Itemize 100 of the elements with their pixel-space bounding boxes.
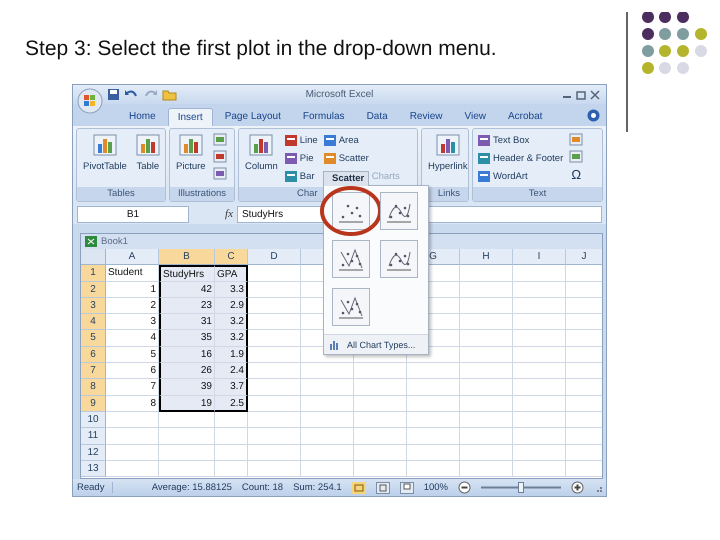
ribbon-button[interactable]: Text Box (476, 132, 566, 148)
row-header[interactable]: 6 (81, 346, 106, 364)
table-cell (513, 346, 566, 364)
scatter-button[interactable]: Scatter (323, 171, 370, 186)
scatter-option[interactable] (380, 192, 418, 230)
ribbon-tab[interactable]: Insert (168, 108, 213, 126)
table-cell (354, 444, 407, 461)
status-mode: Ready (77, 482, 114, 493)
group-label: Illustrations (170, 187, 234, 201)
row-header[interactable]: 10 (81, 412, 106, 428)
table-cell: 3.2 (215, 330, 248, 347)
ribbon-tab[interactable]: Home (119, 107, 166, 126)
table-cell (301, 428, 354, 445)
page-break-icon[interactable] (400, 482, 414, 494)
scatter-option[interactable] (380, 240, 418, 278)
ribbon-tab[interactable]: Formulas (292, 107, 355, 126)
row-header[interactable]: 4 (81, 314, 106, 330)
ribbon-button[interactable]: Bar (282, 168, 320, 184)
scatter-option[interactable] (332, 192, 370, 230)
workbook-icon (85, 236, 97, 247)
toolbar-icon[interactable] (212, 133, 227, 146)
close-icon[interactable] (590, 90, 600, 100)
normal-view-icon[interactable] (352, 482, 366, 494)
save-icon[interactable] (107, 88, 120, 101)
chart-icon (434, 132, 461, 158)
insert-function-button[interactable]: fx (193, 208, 233, 220)
highlight-circle (319, 185, 383, 237)
table-cell: StudyHrs (159, 265, 215, 282)
table-cell (106, 444, 159, 461)
scatter-option[interactable] (332, 240, 370, 278)
ribbon-button[interactable]: Pie (282, 150, 320, 166)
slider-thumb[interactable] (518, 482, 524, 493)
row-header[interactable]: 12 (81, 444, 106, 461)
ribbon-button[interactable]: Scatter (322, 150, 402, 166)
zoom-in-icon[interactable] (571, 481, 584, 494)
row-header[interactable]: 9 (81, 396, 106, 412)
scatter-option[interactable] (332, 288, 370, 326)
toolbar-icon[interactable] (569, 150, 584, 163)
column-header[interactable]: D (248, 249, 301, 266)
table-cell: 35 (159, 330, 215, 347)
ribbon-tab[interactable]: Review (400, 107, 452, 126)
toolbar-icon[interactable] (212, 167, 227, 180)
table-cell (513, 412, 566, 428)
table-cell (354, 396, 407, 412)
column-header[interactable]: J (566, 249, 602, 266)
row-header[interactable]: 1 (81, 265, 106, 282)
table-cell (215, 460, 248, 478)
table-cell (513, 298, 566, 314)
toolbar-icon[interactable] (212, 150, 227, 163)
ribbon-button[interactable]: Table (132, 132, 164, 182)
maximize-icon[interactable] (576, 90, 586, 100)
ribbon-button[interactable]: Area (322, 132, 402, 148)
toolbar-icon[interactable] (569, 133, 584, 146)
group-label: Tables (77, 187, 165, 201)
ribbon-tab[interactable]: Acrobat (498, 107, 552, 126)
menu-item[interactable]: All Chart Types... (324, 334, 428, 354)
row-header[interactable]: 11 (81, 428, 106, 445)
row-header[interactable]: 7 (81, 363, 106, 380)
row-header[interactable]: 5 (81, 330, 106, 347)
table-cell: 3.3 (215, 282, 248, 298)
page-layout-icon[interactable] (376, 482, 390, 494)
row-header[interactable]: 3 (81, 298, 106, 314)
ribbon-button[interactable]: PivotTable (80, 132, 130, 182)
folder-icon[interactable] (162, 88, 177, 101)
table-cell: 23 (159, 298, 215, 314)
symbol-button[interactable]: Ω (567, 166, 586, 182)
table-cell (106, 412, 159, 428)
table-cell (460, 396, 513, 412)
row-header[interactable]: 13 (81, 460, 106, 478)
table-cell: 19 (159, 396, 215, 412)
slide-title: Step 3: Select the first plot in the drop-down menu. (25, 37, 497, 61)
ribbon-button[interactable]: Picture (173, 132, 209, 182)
table-cell (460, 314, 513, 330)
ribbon-button[interactable]: Hyperlink (425, 132, 471, 182)
ribbon-tab[interactable]: View (454, 107, 496, 126)
table-cell: 39 (159, 379, 215, 396)
help-icon[interactable] (587, 109, 600, 122)
table-cell (301, 412, 354, 428)
column-header[interactable]: I (513, 249, 566, 266)
column-header[interactable]: A (106, 249, 159, 266)
row-header[interactable]: 8 (81, 379, 106, 396)
chart-icon (478, 134, 490, 146)
ribbon-button[interactable]: WordArt (476, 168, 566, 184)
ribbon-button[interactable]: Column (242, 132, 281, 182)
column-header[interactable]: H (460, 249, 513, 266)
table-cell (354, 412, 407, 428)
name-box[interactable]: B1 (77, 206, 189, 222)
column-header[interactable]: C (215, 249, 248, 266)
ribbon-button[interactable]: Header & Footer (476, 150, 566, 166)
column-header[interactable]: B (159, 249, 215, 266)
ribbon-tab[interactable]: Page Layout (214, 107, 291, 126)
zoom-out-icon[interactable] (458, 481, 471, 494)
table-cell (301, 396, 354, 412)
chart-icon (178, 132, 204, 158)
table-cell (460, 379, 513, 396)
ribbon-tab[interactable]: Data (356, 107, 398, 126)
table-cell (354, 460, 407, 478)
row-header[interactable]: 2 (81, 282, 106, 298)
table-cell (248, 346, 301, 364)
ribbon-button[interactable]: Line (282, 132, 320, 148)
